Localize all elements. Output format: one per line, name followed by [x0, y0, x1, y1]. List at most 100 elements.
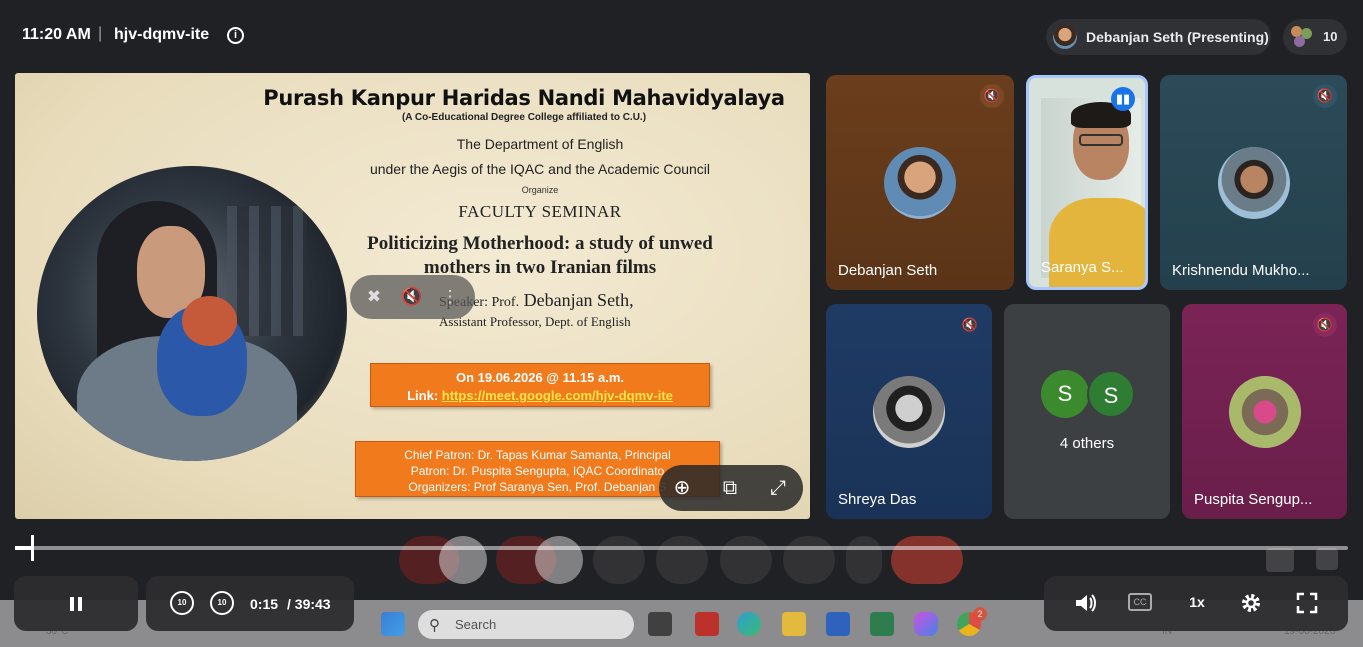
video-player-root: 11:20 AM | hjv-dqmv-ite i Debanjan Seth … — [0, 0, 1363, 647]
participant-name: Krishnendu Mukho... — [1172, 262, 1310, 279]
current-time: 0:15 — [250, 596, 279, 612]
ghost-mic-toggle — [439, 536, 487, 584]
chief-patron: Chief Patron: Dr. Tapas Kumar Samanta, P… — [404, 448, 671, 462]
link-label: Link: — [407, 388, 439, 403]
info-icon[interactable]: i — [227, 27, 244, 44]
avatar — [1218, 147, 1290, 219]
ghost-apps-icon — [1316, 548, 1338, 570]
total-time: / 39:43 — [287, 596, 331, 612]
settings-button[interactable] — [1238, 590, 1264, 616]
others-tile[interactable]: S S 4 others — [1004, 304, 1170, 519]
mic-off-icon: 🔇 — [980, 84, 1004, 108]
participant-tile[interactable]: 🔇 Krishnendu Mukho... — [1160, 75, 1347, 290]
fullscreen-icon — [1296, 592, 1318, 614]
participants-button[interactable]: 10 — [1283, 19, 1347, 55]
mic-off-icon: 🔇 — [958, 313, 982, 337]
mute-audio-icon[interactable]: 🔇 — [400, 285, 424, 309]
slide-department: The Department of English — [456, 136, 624, 152]
windows-start-icon — [381, 612, 405, 636]
presentation-slide: Purash Kanpur Haridas Nandi Mahavidyalay… — [15, 73, 810, 519]
progress-scrubber[interactable] — [30, 535, 34, 561]
fullscreen-icon[interactable]: ⤢ — [763, 473, 793, 503]
speaker-name: Debanjan Seth, — [523, 290, 634, 310]
participant-video — [1041, 98, 1145, 287]
avatar — [1229, 376, 1301, 448]
separator: | — [98, 25, 103, 42]
mic-off-icon: 🔇 — [1313, 84, 1337, 108]
acrobat-icon — [695, 612, 719, 636]
seek-panel: 10 10 0:15 / 39:43 — [146, 576, 354, 631]
participant-name: Saranya S... — [1041, 259, 1124, 276]
ghost-captions-button — [720, 536, 772, 584]
avatar: S — [1041, 370, 1089, 418]
ghost-cam-toggle — [535, 536, 583, 584]
file-explorer-icon — [782, 612, 806, 636]
gear-icon — [1242, 594, 1260, 612]
word-icon — [826, 612, 850, 636]
pause-button[interactable] — [62, 590, 90, 618]
slide-topic: Politicizing Motherhood: a study of unwe… — [367, 233, 713, 278]
excel-icon — [870, 612, 894, 636]
slide-seminar-heading: FACULTY SEMINAR — [458, 202, 622, 221]
ghost-chat-icon — [1266, 548, 1294, 572]
pop-out-icon[interactable]: ⧉ — [715, 473, 745, 503]
date-link-banner: On 19.06.2026 @ 11.15 a.m. Link: https:/… — [370, 363, 710, 407]
task-view-icon — [648, 612, 672, 636]
pause-icon — [70, 597, 82, 611]
slide-speaker-role: Assistant Professor, Dept. of English — [439, 314, 631, 329]
film-still-image — [37, 166, 347, 461]
participant-count: 10 — [1323, 29, 1338, 44]
unpin-icon[interactable]: ✖ — [362, 285, 386, 309]
tile-hover-controls: ✖ 🔇 ⋮ — [350, 275, 475, 319]
search-icon: ⚲ — [429, 617, 440, 634]
volume-button[interactable] — [1072, 590, 1098, 616]
participant-tile[interactable]: 🔇 Puspita Sengup... — [1182, 304, 1347, 519]
ghost-more-button — [846, 536, 882, 584]
forward-10-button[interactable]: 10 — [210, 591, 234, 615]
participant-name: Puspita Sengup... — [1194, 491, 1313, 508]
speaking-indicator-icon: ▮▮ — [1111, 87, 1135, 111]
rewind-10-button[interactable]: 10 — [170, 591, 194, 615]
participant-tile[interactable]: 🔇 Debanjan Seth — [826, 75, 1014, 290]
avatar: S — [1087, 370, 1135, 418]
play-pause-panel — [14, 576, 138, 631]
slide-college-title: Purash Kanpur Haridas Nandi Mahavidyalay… — [263, 86, 785, 110]
chrome-badge: 2 — [973, 607, 987, 621]
taskbar-search: ⚲ Search — [418, 610, 634, 639]
people-avatars-icon — [1291, 26, 1313, 48]
participant-tile[interactable]: 🔇 Shreya Das — [826, 304, 992, 519]
ghost-share-button — [593, 536, 645, 584]
ghost-end-call-button — [891, 536, 963, 584]
more-options-icon[interactable]: ⋮ — [438, 285, 462, 309]
slide-organize: Organize — [521, 185, 559, 195]
video-progress-bar[interactable] — [15, 535, 1348, 561]
captions-button[interactable]: CC — [1128, 593, 1152, 611]
clock-time: 11:20 AM — [22, 26, 91, 43]
presentation-controls: ⊕ ⧉ ⤢ — [659, 465, 803, 511]
presenter-avatar — [1053, 25, 1077, 49]
avatar — [873, 376, 945, 448]
copilot-icon — [914, 612, 938, 636]
ghost-hand-button — [783, 536, 835, 584]
avatar — [884, 147, 956, 219]
date-line: On 19.06.2026 @ 11.15 a.m. — [455, 370, 625, 385]
others-count-label: 4 others — [1059, 435, 1115, 452]
presenter-chip[interactable]: Debanjan Seth (Presenting) — [1046, 19, 1271, 55]
slide-college-subtitle: (A Co-Educational Degree College affilia… — [401, 112, 647, 123]
volume-icon — [1076, 594, 1096, 612]
participant-name: Shreya Das — [838, 491, 917, 508]
meet-top-bar: 11:20 AM | hjv-dqmv-ite i Debanjan Seth … — [0, 0, 1363, 72]
zoom-in-icon[interactable]: ⊕ — [667, 473, 697, 503]
meeting-link[interactable]: https://meet.google.com/hjv-dqmv-ite — [442, 388, 673, 403]
ghost-emoji-button — [656, 536, 708, 584]
fullscreen-button[interactable] — [1294, 590, 1320, 616]
mic-off-icon: 🔇 — [1313, 313, 1337, 337]
playback-speed-button[interactable]: 1x — [1182, 594, 1212, 610]
meeting-code: hjv-dqmv-ite — [114, 26, 210, 43]
edge-icon — [737, 612, 761, 636]
participant-name: Debanjan Seth — [838, 262, 938, 279]
presenter-label: Debanjan Seth (Presenting) — [1086, 29, 1269, 45]
player-settings-panel: CC 1x — [1044, 576, 1348, 631]
participant-tile-active[interactable]: ▮▮ Saranya S... — [1026, 75, 1148, 290]
slide-aegis: under the Aegis of the IQAC and the Acad… — [369, 161, 711, 177]
